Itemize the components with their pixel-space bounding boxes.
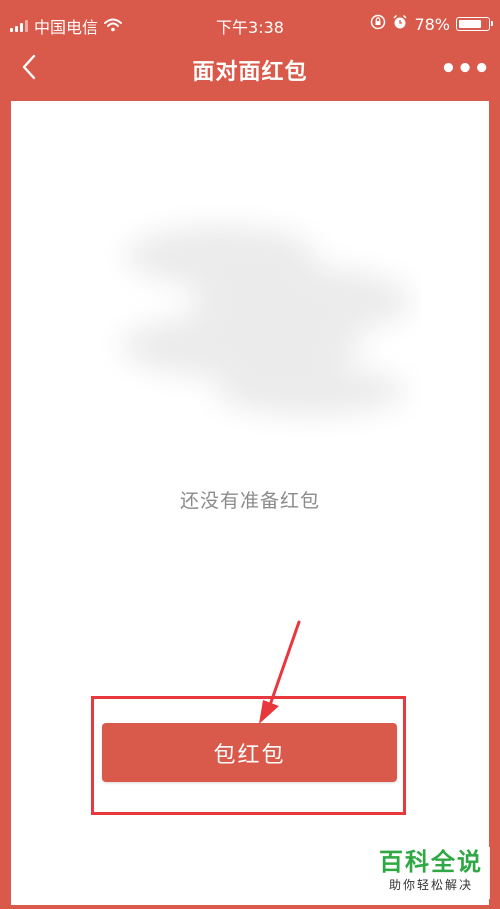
pack-red-envelope-button[interactable]: 包红包 <box>102 723 397 782</box>
app-frame: 中国电信 下午3:38 78% 面对面红包 ••• 还没有准备红包 包红包 百科… <box>0 0 500 909</box>
battery-icon <box>456 17 493 31</box>
watermark-subtitle: 助你轻松解决 <box>388 878 473 892</box>
rotation-lock-icon <box>370 14 386 34</box>
battery-level <box>459 20 481 28</box>
empty-state-text: 还没有准备红包 <box>179 490 320 512</box>
more-button[interactable]: ••• <box>440 54 490 84</box>
pointer-arrow-icon <box>259 620 301 724</box>
page-title: 面对面红包 <box>192 60 308 85</box>
battery-percent: 78% <box>414 14 450 34</box>
watermark-title: 百科全说 <box>379 848 483 876</box>
status-right: 78% <box>370 14 493 34</box>
status-bar: 中国电信 下午3:38 78% <box>0 6 500 40</box>
nav-bar: 面对面红包 ••• <box>0 42 500 94</box>
watermark: 百科全说 助你轻松解决 <box>372 847 490 899</box>
alarm-icon <box>392 14 408 34</box>
more-dots-icon: ••• <box>440 54 490 84</box>
blurred-illustration <box>121 226 411 415</box>
